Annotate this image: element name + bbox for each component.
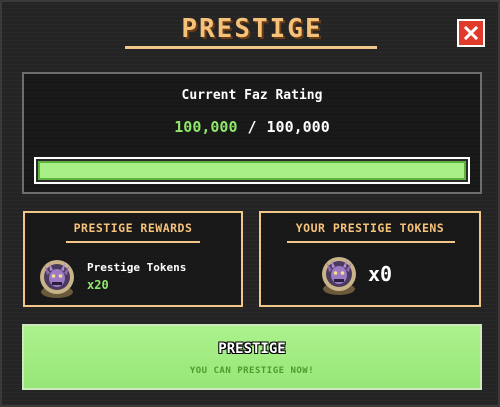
prestige-button-label: PRESTIGE: [218, 341, 286, 357]
card-title-underline: [287, 241, 455, 243]
prestige-dialog: PRESTIGE Current Faz Rating 100,000/100,…: [0, 0, 500, 407]
prestige-rewards-card: PRESTIGE REWARDS Prestige Tokens x20: [23, 211, 243, 307]
faz-rating-current: 100,000: [174, 118, 238, 136]
reward-item-quantity: x20: [87, 278, 109, 292]
close-button[interactable]: [457, 19, 485, 47]
title-underline: [125, 46, 377, 49]
prestige-token-icon: [322, 257, 356, 295]
reward-item-name: Prestige Tokens: [87, 261, 187, 274]
faz-rating-progress-bar: [34, 157, 470, 184]
your-prestige-tokens-card: YOUR PRESTIGE TOKENS x0: [259, 211, 481, 307]
close-x-icon: [464, 26, 478, 40]
faz-rating-progress-fill: [38, 161, 466, 180]
prestige-status-text: YOU CAN PRESTIGE NOW!: [189, 366, 315, 376]
prestige-rewards-title: PRESTIGE REWARDS: [73, 221, 193, 235]
card-title-underline: [66, 241, 200, 243]
prestige-token-count: x0: [368, 262, 393, 286]
your-prestige-tokens-title: YOUR PRESTIGE TOKENS: [295, 221, 445, 235]
prestige-token-icon: [40, 260, 74, 298]
faz-rating-label: Current Faz Rating: [181, 88, 323, 103]
prestige-button[interactable]: PRESTIGE YOU CAN PRESTIGE NOW!: [22, 324, 482, 390]
faz-rating-panel: Current Faz Rating 100,000 / 100,000: [22, 72, 482, 194]
faz-rating-max: 100,000: [266, 118, 330, 136]
faz-rating-separator: /: [247, 118, 257, 136]
dialog-title: PRESTIGE: [181, 14, 323, 44]
faz-rating-values: 100,000 / 100,000: [24, 118, 480, 136]
